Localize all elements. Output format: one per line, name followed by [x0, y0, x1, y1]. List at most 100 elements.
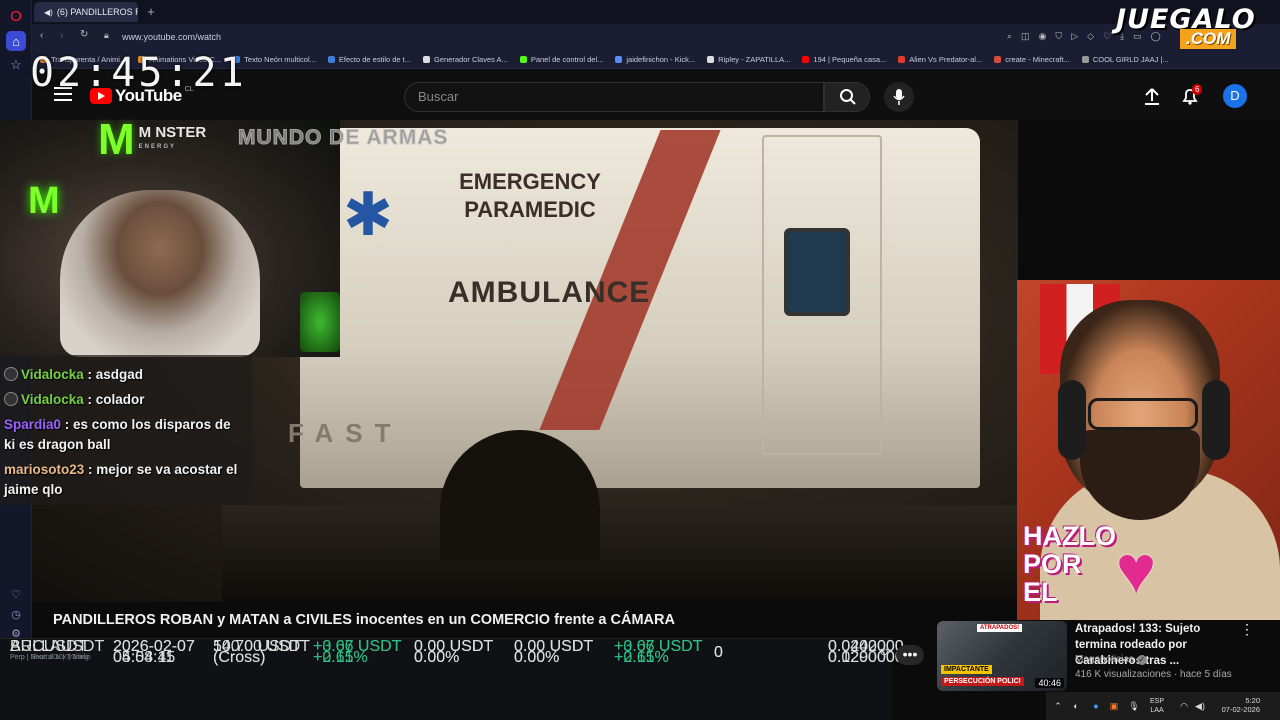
tray-app2-icon[interactable]: ▣	[1108, 700, 1120, 712]
monster-claw-icon: M	[98, 115, 135, 164]
bookmark-favicon-icon	[423, 56, 431, 63]
bookmark-item[interactable]: Ripley - ZAPATILLA...	[707, 55, 790, 64]
table-cell: 0.00 USDT 0.00%	[514, 639, 593, 666]
avatar-glasses	[1088, 398, 1198, 430]
bookmark-item[interactable]: Panel de control del...	[519, 55, 603, 64]
star-icon[interactable]: ☆	[6, 55, 26, 75]
ambulance-window	[784, 228, 850, 316]
account-avatar[interactable]: D	[1223, 84, 1247, 108]
mundo-de-armas-logo: MUNDO DE ARMAS	[237, 126, 449, 150]
more-actions-button[interactable]: •••	[896, 645, 924, 665]
reload-icon[interactable]: ↻	[80, 29, 88, 40]
bookmark-item[interactable]: 194 | Pequeña casa...	[802, 55, 886, 64]
table-cell: BULLAUSDT Perp | Neutral 10x | Trailin	[10, 638, 105, 663]
ambulance-label-ambulance: AMBULANCE	[448, 276, 651, 309]
bookmark-favicon-icon	[802, 56, 810, 63]
chat-message: Vidalocka : colador	[4, 390, 244, 410]
bookmark-label: Ripley - ZAPATILLA...	[718, 55, 791, 64]
lock-icon: 🔒︎	[104, 30, 109, 40]
bookmark-label: 194 | Pequeña casa...	[813, 55, 887, 64]
table-cell: 50.70 USDT (Cross)	[213, 639, 301, 666]
home-icon[interactable]: ⌂	[6, 31, 26, 51]
cell-value: BULLAUSDT	[10, 638, 105, 655]
chat-text: : asdgad	[83, 367, 144, 382]
table-cell: +0.07 USDT +0.15%	[614, 639, 702, 666]
shield-icon[interactable]: ⛉	[1055, 31, 1062, 42]
bookmark-favicon-icon	[615, 56, 623, 63]
url-field[interactable]: www.youtube.com/watch	[122, 28, 922, 47]
recommended-options-icon[interactable]: ⋮	[1240, 621, 1254, 638]
ambulance-label-paramedic: EMERGENCY PARAMEDIC	[459, 169, 601, 222]
chat-message: Spardia0 : es como los disparos de ki es…	[4, 415, 244, 455]
voice-search-button[interactable]	[884, 82, 914, 112]
thumbnail-badge-persecucion: PERSECUCIÓN POLICI	[941, 677, 1024, 686]
bookmark-favicon-icon	[519, 56, 527, 63]
tray-app-icon[interactable]: ◐	[1070, 700, 1082, 712]
headphone-right-icon	[1202, 380, 1230, 460]
opera-icon[interactable]: O	[6, 6, 26, 26]
tray-arrow-icon[interactable]: ⌃	[1052, 700, 1064, 712]
bookmark-item[interactable]: Alien Vs Predator-al...	[898, 55, 982, 64]
new-tab-button[interactable]: +	[144, 5, 158, 19]
video-road	[222, 505, 1018, 602]
bookmark-label: Alien Vs Predator-al...	[909, 55, 983, 64]
video-duration: 40:46	[1035, 678, 1064, 688]
tray-mic-icon[interactable]: 🎙︎	[1128, 700, 1140, 712]
back-icon[interactable]: ‹	[40, 30, 43, 41]
chat-username: mariosoto23	[4, 462, 85, 477]
chat-text: : colador	[83, 392, 145, 407]
cell-value: Perp | Neutral 10x | Trailin	[10, 654, 91, 661]
wifi-icon[interactable]: ◠	[1178, 700, 1190, 712]
history-icon[interactable]: ◷	[9, 608, 23, 622]
bookmark-favicon-icon	[1081, 56, 1089, 63]
speaker-icon[interactable]: ◀)	[44, 8, 53, 17]
heart-icon[interactable]: ♡	[9, 588, 23, 602]
cell-value: 0.0290000	[828, 649, 904, 666]
bookmark-item[interactable]: create - Minecraft...	[994, 55, 1070, 64]
stream-clock: 02:45:21	[30, 50, 247, 96]
bookmark-item[interactable]: Efecto de estilo de t...	[327, 55, 412, 64]
system-date: 07-02-2026	[1221, 705, 1260, 714]
microphone-icon	[893, 89, 905, 105]
forward-icon[interactable]: ›	[60, 30, 63, 41]
translate-icon[interactable]: ◫	[1021, 31, 1030, 42]
system-clock[interactable]: 5:20 07-02-2026	[1210, 696, 1260, 714]
tray-steam-icon[interactable]: ●	[1090, 700, 1102, 712]
bookmark-label: Efecto de estilo de t...	[338, 55, 412, 64]
search-icon[interactable]: ⌕	[1007, 31, 1012, 42]
tab-active[interactable]: ◀) (6) PANDILLEROS ROB	[34, 2, 138, 22]
tab-bar	[32, 0, 1280, 24]
bookmark-label: create - Minecraft...	[1005, 55, 1070, 64]
bookmark-item[interactable]: Generador Claves A...	[423, 55, 508, 64]
camera-icon[interactable]: ◉	[1039, 31, 1047, 42]
language-indicator[interactable]: ESP LAA	[1150, 697, 1164, 715]
recommended-channel-name[interactable]: Meganoticias ✓	[1075, 654, 1147, 665]
monster-can-icon: M	[28, 180, 60, 222]
close-position-icon[interactable]: ⏻	[880, 647, 888, 658]
play-icon[interactable]: ▷	[1071, 31, 1078, 42]
search-input[interactable]: Buscar	[404, 82, 824, 112]
recommended-video-thumbnail[interactable]: ATRAPADOS! IMPACTANTE PERSECUCIÓN POLICI…	[937, 621, 1067, 691]
cube-icon[interactable]: ◇	[1087, 31, 1094, 42]
system-time: 5:20	[1245, 696, 1260, 705]
bookmark-item[interactable]: COOL GIRLD JAAJ |...	[1081, 55, 1169, 64]
language-code: ESP	[1150, 698, 1165, 705]
keyboard-layout: LAA	[1150, 707, 1164, 714]
search-icon	[840, 89, 856, 105]
heart-bookmark-icon[interactable]: ♡	[1103, 31, 1111, 42]
bookmark-item[interactable]: jaidefinichon - Kick...	[615, 55, 695, 64]
chat-overlay: Vidalocka : asdgad Vidalocka : colador Spa…	[0, 355, 252, 505]
upload-icon[interactable]	[1142, 86, 1162, 106]
headphone-left-icon	[1058, 380, 1086, 460]
bookmark-label: Generador Claves A...	[434, 55, 508, 64]
streamer-webcam-person	[60, 190, 260, 357]
bookmark-favicon-icon	[898, 56, 906, 63]
monster-wordmark: M NSTER ENERGY	[139, 125, 207, 155]
monster-text: M NSTER	[138, 124, 207, 141]
bookmark-favicon-icon	[707, 56, 715, 63]
bookmark-label: jaidefinichon - Kick...	[626, 55, 696, 64]
search-button[interactable]	[824, 82, 870, 112]
hazlo-por-el-text: HAZLO POR EL	[1023, 521, 1116, 607]
table-cell: 0.00 USDT 0.00%	[414, 639, 493, 666]
volume-icon[interactable]: ◀)	[1194, 700, 1206, 712]
